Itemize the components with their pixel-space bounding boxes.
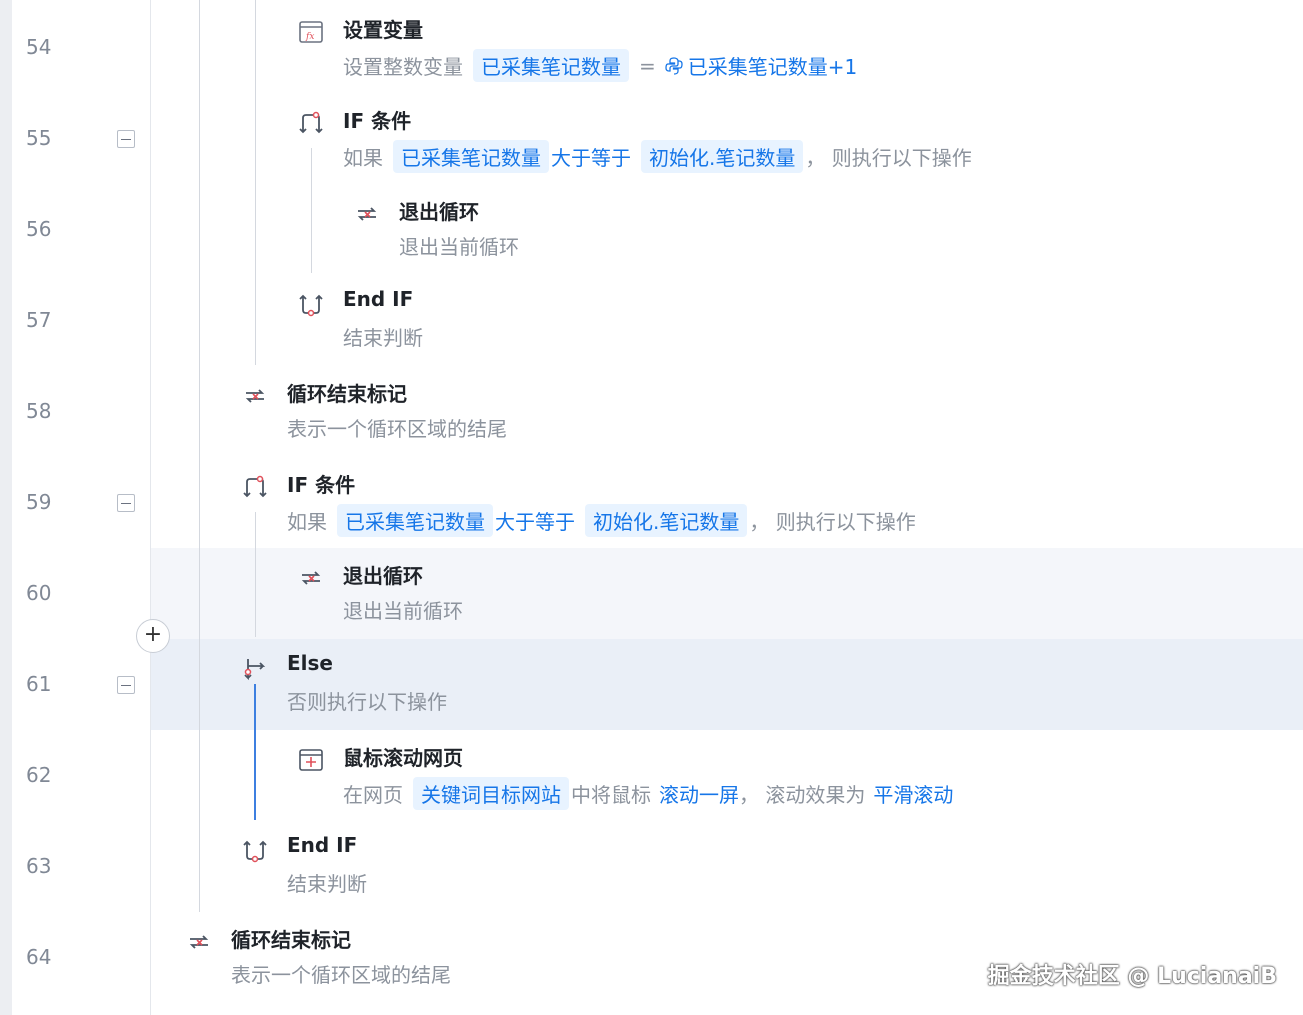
- variable-chip[interactable]: 已采集笔记数量: [473, 49, 629, 82]
- exit-loop-icon: [354, 201, 380, 227]
- line-number: 57: [26, 308, 52, 332]
- line-number: 56: [26, 217, 52, 241]
- step-title-set-variable[interactable]: 设置变量: [343, 14, 423, 43]
- step-desc-exit-loop: 退出当前循环: [399, 235, 519, 259]
- outer-loop-guide-line: [199, 0, 200, 912]
- operator-text[interactable]: 大于等于: [551, 142, 631, 171]
- desc-text: 设置整数变量: [343, 55, 463, 79]
- if-block-guide-line-55: [311, 148, 312, 273]
- step-title-end-if[interactable]: End IF: [343, 287, 413, 311]
- step-desc-if: 如果 已采集笔记数量 大于等于 初始化.笔记数量 ， 则执行以下操作: [287, 504, 916, 537]
- if-branch-icon: [242, 474, 268, 500]
- step-title-loop-end[interactable]: 循环结束标记: [231, 924, 351, 953]
- browser-scroll-icon: [298, 747, 324, 773]
- line-number: 64: [26, 945, 52, 969]
- scroll-amount-link[interactable]: 滚动一屏: [659, 779, 739, 808]
- row-hover-highlight-60: [151, 548, 1303, 639]
- line-number: 59: [26, 490, 52, 514]
- if-suffix: ， 则执行以下操作: [749, 510, 916, 534]
- step-desc-loop-end: 表示一个循环区域的结尾: [231, 963, 451, 987]
- inner-loop-guide-line: [255, 0, 256, 365]
- line-number: 60: [26, 581, 52, 605]
- loop-end-icon: [242, 383, 268, 409]
- else-block-guide-line: [254, 684, 256, 820]
- line-number: 58: [26, 399, 52, 423]
- add-step-button[interactable]: +: [136, 619, 170, 653]
- desc-text: ， 滚动效果为: [739, 783, 866, 807]
- if-block-guide-line-59: [255, 512, 256, 637]
- step-title-exit-loop[interactable]: 退出循环: [343, 560, 423, 589]
- else-branch-icon: [242, 656, 268, 682]
- step-desc-loop-end: 表示一个循环区域的结尾: [287, 417, 507, 441]
- expression-text[interactable]: 已采集笔记数量+1: [688, 51, 857, 80]
- fx-icon: fx: [298, 19, 324, 45]
- step-title-loop-end[interactable]: 循环结束标记: [287, 378, 407, 407]
- step-desc-else: 否则执行以下操作: [287, 690, 447, 714]
- rhs-variable-chip[interactable]: 初始化.笔记数量: [585, 504, 748, 537]
- step-desc-exit-loop: 退出当前循环: [343, 599, 463, 623]
- collapse-button-59[interactable]: [117, 494, 135, 512]
- step-title-else[interactable]: Else: [287, 651, 333, 675]
- python-icon: [664, 56, 684, 76]
- if-suffix: ， 则执行以下操作: [805, 146, 972, 170]
- step-title-mouse-scroll[interactable]: 鼠标滚动网页: [343, 742, 463, 771]
- step-desc-end-if: 结束判断: [343, 326, 423, 350]
- line-number: 54: [26, 35, 52, 59]
- left-edge-strip: [0, 0, 12, 1015]
- watermark: 掘金技术社区 @ LucianaiB: [987, 964, 1277, 989]
- line-number: 61: [26, 672, 52, 696]
- collapse-button-55[interactable]: [117, 130, 135, 148]
- rhs-variable-chip[interactable]: 初始化.笔记数量: [641, 140, 804, 173]
- end-if-icon: [298, 292, 324, 318]
- step-title-if[interactable]: IF 条件: [287, 469, 355, 498]
- gutter-divider: [150, 0, 151, 1015]
- page-variable-chip[interactable]: 关键词目标网站: [413, 777, 569, 810]
- if-prefix: 如果: [287, 510, 327, 534]
- line-number: 55: [26, 126, 52, 150]
- step-desc-end-if: 结束判断: [287, 872, 367, 896]
- desc-text: 在网页: [343, 783, 403, 807]
- step-title-end-if[interactable]: End IF: [287, 833, 357, 857]
- if-branch-icon: [298, 110, 324, 136]
- exit-loop-icon: [298, 565, 324, 591]
- collapse-button-61[interactable]: [117, 676, 135, 694]
- scroll-effect-link[interactable]: 平滑滚动: [873, 779, 953, 808]
- step-desc-set-variable: 设置整数变量 已采集笔记数量 = 已采集笔记数量+1: [343, 49, 857, 82]
- end-if-icon: [242, 838, 268, 864]
- line-number: 63: [26, 854, 52, 878]
- step-title-if[interactable]: IF 条件: [343, 105, 411, 134]
- step-desc-mouse-scroll: 在网页 关键词目标网站 中将鼠标 滚动一屏 ， 滚动效果为 平滑滚动: [343, 777, 953, 810]
- desc-text: 中将鼠标: [571, 783, 651, 807]
- lhs-variable-chip[interactable]: 已采集笔记数量: [337, 504, 493, 537]
- operator-text[interactable]: 大于等于: [495, 506, 575, 535]
- lhs-variable-chip[interactable]: 已采集笔记数量: [393, 140, 549, 173]
- line-number: 62: [26, 763, 52, 787]
- step-desc-if: 如果 已采集笔记数量 大于等于 初始化.笔记数量 ， 则执行以下操作: [343, 140, 972, 173]
- loop-end-icon: [186, 929, 212, 955]
- step-title-exit-loop[interactable]: 退出循环: [399, 196, 479, 225]
- svg-text:fx: fx: [305, 32, 314, 42]
- if-prefix: 如果: [343, 146, 383, 170]
- equals-sign: =: [639, 53, 656, 78]
